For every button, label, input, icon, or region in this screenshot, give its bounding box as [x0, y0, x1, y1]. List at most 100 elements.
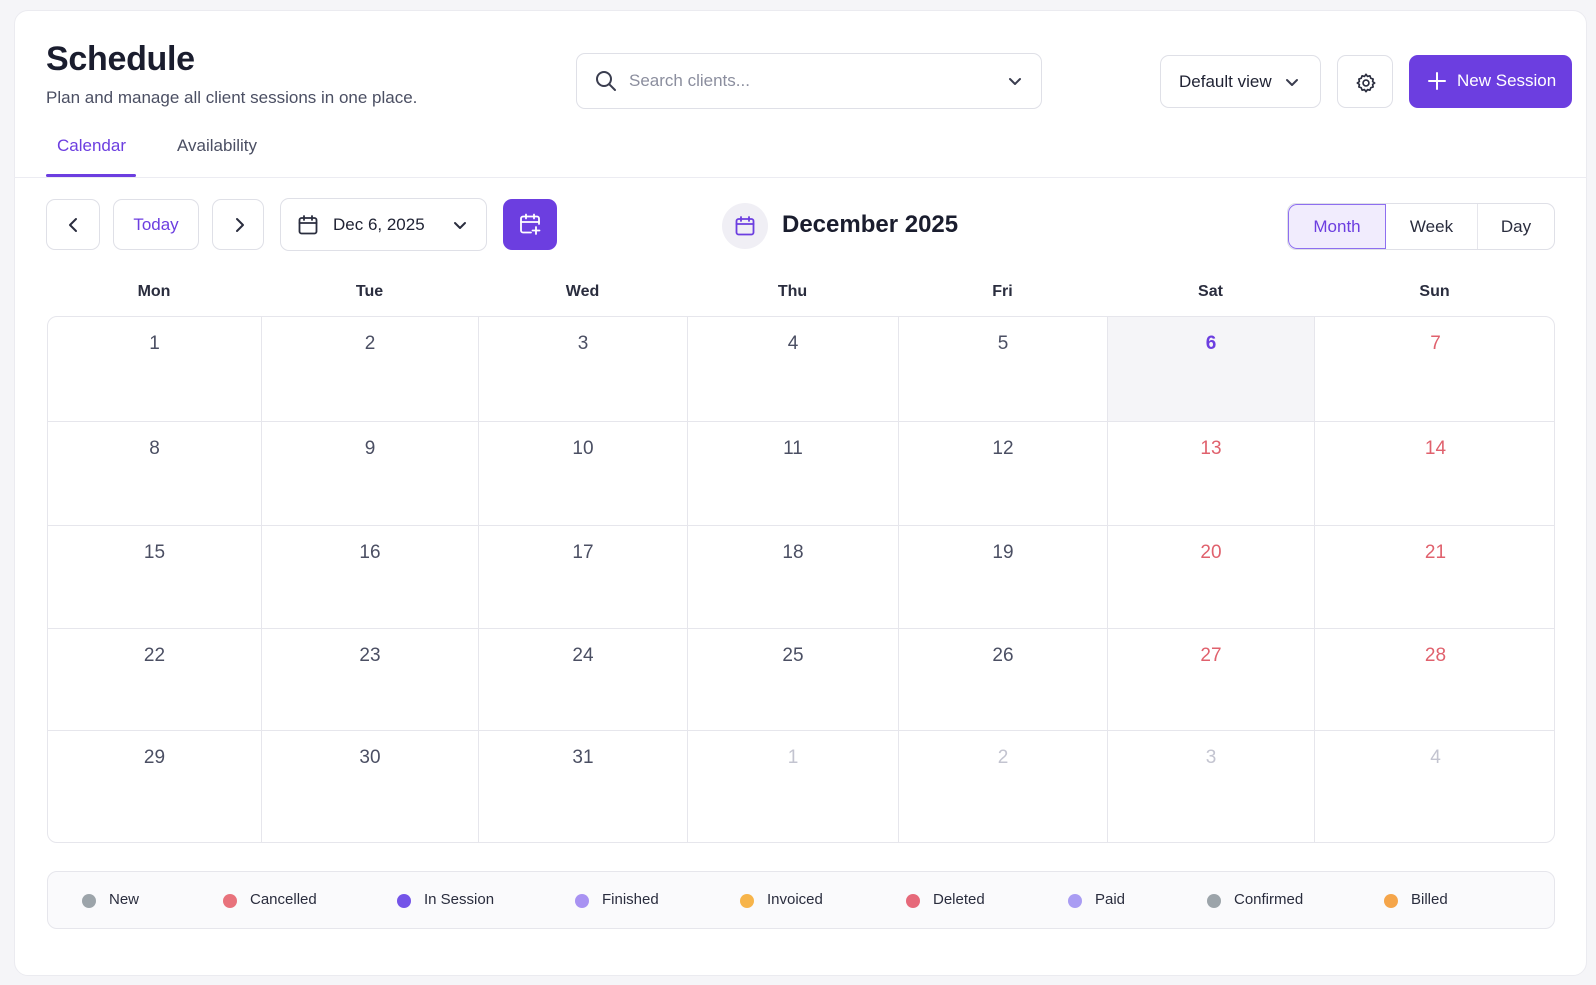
calendar-day-cell[interactable]: 23 [262, 629, 479, 731]
page-subtitle: Plan and manage all client sessions in o… [46, 88, 418, 107]
search-input[interactable]: Search clients... [629, 71, 750, 91]
calendar-day-cell[interactable]: 24 [479, 629, 688, 731]
calendar-day-cell[interactable]: 20 [1108, 526, 1315, 629]
day-number: 14 [1424, 438, 1447, 459]
calendar-day-cell[interactable]: 31 [479, 731, 688, 842]
day-number: 13 [1200, 438, 1222, 459]
day-number: 21 [1424, 542, 1447, 563]
view-day-button[interactable]: Day [1478, 204, 1554, 249]
next-month-button[interactable] [212, 199, 264, 250]
legend-label: Deleted [933, 891, 985, 908]
day-number: 15 [143, 542, 166, 563]
calendar-day-cell[interactable]: 4 [1315, 731, 1554, 842]
calendar-day-cell[interactable]: 1 [688, 731, 899, 842]
calendar-day-cell[interactable]: 3 [1108, 731, 1315, 842]
status-dot-icon [82, 894, 96, 908]
day-number: 2 [997, 747, 1009, 768]
calendar-day-cell[interactable]: 2 [262, 317, 479, 422]
legend-label: Finished [602, 891, 659, 908]
calendar-day-cell[interactable]: 13 [1108, 422, 1315, 526]
calendar-day-cell[interactable]: 22 [48, 629, 262, 731]
day-number: 7 [1430, 333, 1441, 354]
date-value: Dec 6, 2025 [333, 215, 425, 234]
today-button[interactable]: Today [113, 199, 199, 250]
calendar-day-cell[interactable]: 26 [899, 629, 1108, 731]
calendar-day-cell[interactable]: 30 [262, 731, 479, 842]
view-week-button[interactable]: Week [1386, 204, 1478, 249]
today-label: Today [133, 215, 179, 234]
calendar-day-cell[interactable]: 25 [688, 629, 899, 731]
month-grid: 1 2 3 4 5 6 7 8 9 10 11 12 13 14 15 16 17 18 19 20 21 22 23 24 2… [47, 316, 1555, 843]
calendar-day-cell[interactable]: 8 [48, 422, 262, 526]
day-number: 9 [364, 438, 376, 459]
day-number: 10 [572, 438, 594, 459]
calendar-day-cell[interactable]: 14 [1315, 422, 1554, 526]
prev-month-button[interactable] [46, 199, 100, 250]
legend-label: In Session [424, 891, 495, 908]
day-number: 22 [143, 645, 166, 666]
calendar-plus-icon [520, 213, 541, 235]
weekday-header: Wed [565, 283, 600, 300]
weekday-header: Fri [992, 283, 1013, 300]
day-number: 1 [149, 333, 160, 354]
calendar-day-cell[interactable]: 9 [262, 422, 479, 526]
calendar-day-cell[interactable]: 7 [1315, 317, 1554, 422]
day-number: 18 [782, 542, 804, 563]
day-number: 5 [997, 333, 1009, 354]
day-number: 3 [577, 333, 589, 354]
calendar-day-cell[interactable]: 29 [48, 731, 262, 842]
calendar-day-cell[interactable]: 21 [1315, 526, 1554, 629]
day-number: 26 [992, 645, 1014, 666]
client-search[interactable]: Search clients... [576, 53, 1042, 109]
new-session-button[interactable]: New Session [1409, 55, 1572, 108]
calendar-day-cell[interactable]: 27 [1108, 629, 1315, 731]
calendar-day-cell[interactable]: 1 [48, 317, 262, 422]
day-number: 28 [1424, 645, 1447, 666]
calendar-day-cell[interactable]: 15 [48, 526, 262, 629]
page-title: Schedule [46, 40, 195, 78]
weekday-header: Sun [1419, 283, 1450, 300]
calendar-day-cell[interactable]: 4 [688, 317, 899, 422]
tab-availability[interactable]: Availability [177, 136, 257, 156]
day-number: 31 [572, 747, 594, 768]
calendar-day-cell[interactable]: 2 [899, 731, 1108, 842]
view-month-button[interactable]: Month [1288, 204, 1386, 249]
calendar-day-cell[interactable]: 10 [479, 422, 688, 526]
add-to-calendar-button[interactable] [503, 199, 557, 250]
calendar-day-cell[interactable]: 11 [688, 422, 899, 526]
weekday-header: Thu [777, 283, 808, 300]
day-number: 1 [787, 747, 799, 768]
calendar-day-cell[interactable]: 17 [479, 526, 688, 629]
status-legend: New Cancelled In Session Finished Invoiced De… [47, 871, 1555, 929]
weekday-header: Sat [1198, 283, 1223, 300]
default-view-select[interactable]: Default view [1160, 55, 1321, 108]
calendar-day-cell[interactable]: 18 [688, 526, 899, 629]
calendar-day-cell[interactable]: 6 [1108, 317, 1315, 422]
calendar-day-cell[interactable]: 12 [899, 422, 1108, 526]
settings-button[interactable] [1337, 55, 1393, 108]
status-dot-icon [1207, 894, 1221, 908]
view-switcher: Month Week Day [1287, 203, 1555, 250]
day-number: 3 [1205, 747, 1217, 768]
status-dot-icon [223, 894, 237, 908]
day-number: 16 [359, 542, 381, 563]
status-dot-icon [740, 894, 754, 908]
current-month-label: December 2025 [782, 211, 959, 238]
chevron-right-icon [236, 218, 244, 232]
calendar-day-cell[interactable]: 19 [899, 526, 1108, 629]
calendar-day-cell[interactable]: 16 [262, 526, 479, 629]
day-number: 25 [782, 645, 804, 666]
calendar-day-cell[interactable]: 28 [1315, 629, 1554, 731]
calendar-day-cell[interactable]: 5 [899, 317, 1108, 422]
tab-calendar[interactable]: Calendar [57, 136, 126, 156]
legend-label: Paid [1095, 891, 1126, 908]
calendar-day-cell[interactable]: 3 [479, 317, 688, 422]
chevron-down-icon[interactable] [1007, 73, 1023, 94]
day-number: 27 [1200, 645, 1222, 666]
date-picker[interactable]: Dec 6, 2025 [280, 198, 487, 251]
status-dot-icon [1384, 894, 1398, 908]
default-view-label: Default view [1179, 72, 1272, 91]
month-badge [722, 203, 768, 249]
day-number: 19 [992, 542, 1014, 563]
day-number: 17 [572, 542, 594, 563]
